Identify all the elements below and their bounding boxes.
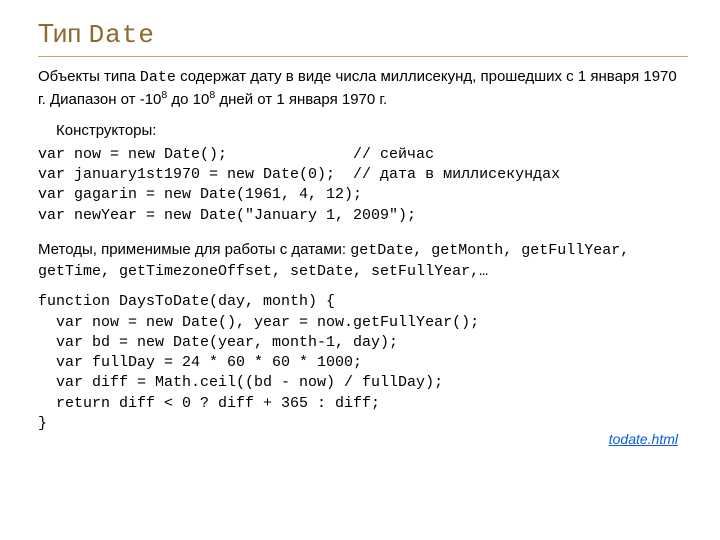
title-prefix: Тип: [38, 18, 89, 48]
intro-text-1: Объекты типа: [38, 68, 140, 85]
slide: Тип Date Объекты типа Date содержат дату…: [0, 0, 720, 540]
intro-paragraph: Объекты типа Date содержат дату в виде ч…: [38, 67, 688, 111]
title-type: Date: [89, 20, 155, 50]
constructors-label: Конструкторы:: [56, 121, 688, 141]
slide-title: Тип Date: [38, 18, 688, 50]
intro-text-4: дней от 1 января 1970 г.: [215, 91, 387, 108]
intro-text-3: до 10: [167, 91, 209, 108]
slide-body: Объекты типа Date содержат дату в виде ч…: [38, 67, 688, 450]
intro-type: Date: [140, 69, 176, 86]
link-row: todate.html: [38, 430, 688, 450]
methods-prefix: Методы, применимые для работы с датами:: [38, 241, 350, 258]
methods-paragraph: Методы, применимые для работы с датами: …: [38, 240, 688, 283]
code-function: function DaysToDate(day, month) { var no…: [38, 292, 688, 434]
title-underline: [38, 56, 688, 57]
source-link[interactable]: todate.html: [609, 431, 678, 447]
code-constructors: var now = new Date(); // сейчас var janu…: [38, 145, 688, 226]
